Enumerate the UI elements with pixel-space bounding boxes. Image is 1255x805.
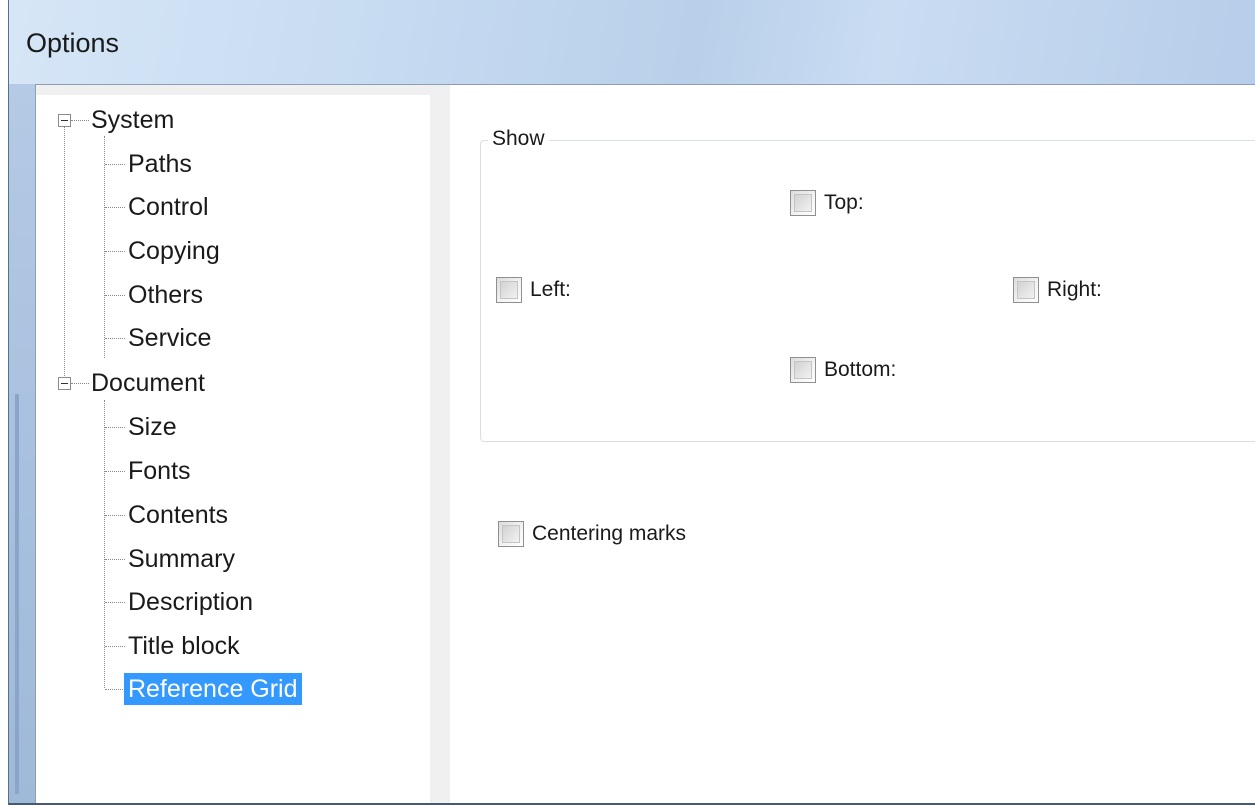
tree-connector bbox=[105, 164, 125, 165]
tree-item-reference-grid[interactable]: Reference Grid bbox=[124, 673, 302, 705]
tree-item-copying[interactable]: Copying bbox=[128, 235, 220, 267]
left-checkbox[interactable] bbox=[496, 277, 522, 303]
title-bar[interactable]: Options bbox=[9, 0, 1255, 84]
collapse-system-icon[interactable] bbox=[58, 114, 71, 127]
bottom-checkbox[interactable] bbox=[790, 357, 816, 383]
right-checkbox-row[interactable]: Right: bbox=[1013, 277, 1143, 305]
bottom-checkbox-row[interactable]: Bottom: bbox=[790, 357, 940, 385]
tree-item-summary[interactable]: Summary bbox=[128, 543, 235, 575]
right-checkbox-label[interactable]: Right: bbox=[1047, 278, 1102, 302]
top-checkbox-row[interactable]: Top: bbox=[790, 190, 910, 218]
top-checkbox[interactable] bbox=[790, 190, 816, 216]
tree-item-document[interactable]: Document bbox=[91, 367, 205, 399]
tree-connector bbox=[105, 471, 125, 472]
tree-item-size[interactable]: Size bbox=[128, 411, 177, 443]
window-frame-left bbox=[9, 84, 35, 803]
left-checkbox-row[interactable]: Left: bbox=[496, 277, 616, 305]
tree-branch-line bbox=[104, 400, 105, 688]
bottom-checkbox-label[interactable]: Bottom: bbox=[824, 358, 896, 382]
tree-branch-line bbox=[104, 136, 105, 358]
frame-stripe bbox=[15, 394, 19, 794]
tree-connector bbox=[105, 602, 125, 603]
tree-connector bbox=[105, 338, 125, 339]
tree-item-fonts[interactable]: Fonts bbox=[128, 455, 191, 487]
tree-connector bbox=[105, 427, 125, 428]
centering-marks-checkbox-label[interactable]: Centering marks bbox=[532, 522, 686, 546]
tree-item-paths[interactable]: Paths bbox=[128, 148, 192, 180]
show-group-legend: Show bbox=[488, 127, 549, 151]
dialog-content: System Paths Control Copying Others Serv… bbox=[35, 84, 1255, 803]
collapse-document-icon[interactable] bbox=[58, 377, 71, 390]
centering-marks-checkbox-row[interactable]: Centering marks bbox=[498, 521, 758, 549]
tree-item-others[interactable]: Others bbox=[128, 279, 203, 311]
tree-item-title-block[interactable]: Title block bbox=[128, 630, 240, 662]
tree-item-description[interactable]: Description bbox=[128, 586, 253, 618]
options-tree: System Paths Control Copying Others Serv… bbox=[36, 95, 430, 803]
options-dialog: Options System Paths Control Copying Oth… bbox=[8, 0, 1255, 805]
tree-connector bbox=[105, 559, 125, 560]
tree-connector bbox=[105, 646, 125, 647]
tree-root-line bbox=[64, 127, 65, 380]
tree-connector bbox=[71, 383, 89, 384]
tree-connector bbox=[105, 515, 125, 516]
left-checkbox-label[interactable]: Left: bbox=[530, 278, 571, 302]
tree-item-contents[interactable]: Contents bbox=[128, 499, 228, 531]
tree-connector bbox=[105, 295, 125, 296]
reference-grid-panel: Show Top: Left: Right: Bottom: Centering… bbox=[450, 85, 1255, 803]
tree-item-system[interactable]: System bbox=[91, 104, 174, 136]
tree-connector bbox=[105, 689, 125, 690]
right-checkbox[interactable] bbox=[1013, 277, 1039, 303]
tree-connector bbox=[105, 207, 125, 208]
dialog-title: Options bbox=[26, 28, 120, 58]
centering-marks-checkbox[interactable] bbox=[498, 521, 524, 547]
tree-connector bbox=[71, 120, 89, 121]
tree-item-service[interactable]: Service bbox=[128, 322, 211, 354]
tree-item-control[interactable]: Control bbox=[128, 191, 209, 223]
top-checkbox-label[interactable]: Top: bbox=[824, 191, 864, 215]
tree-connector bbox=[105, 251, 125, 252]
